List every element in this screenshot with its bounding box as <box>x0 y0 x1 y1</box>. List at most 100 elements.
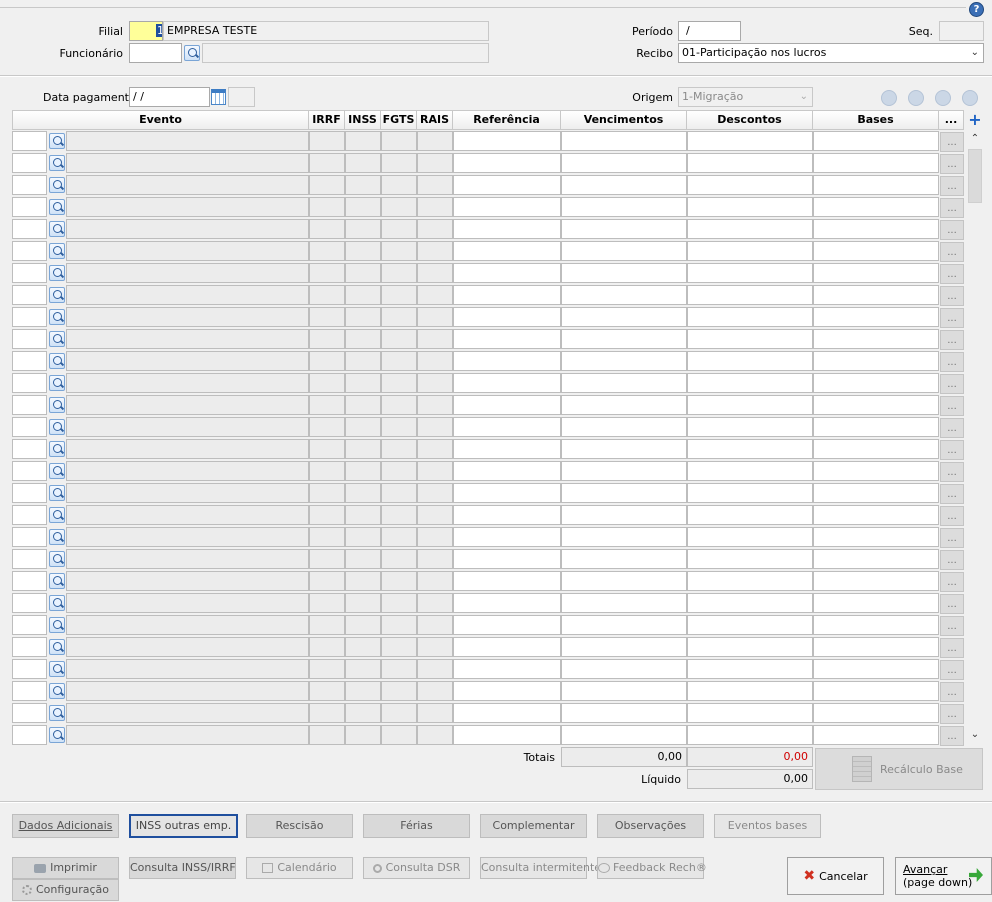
cell-descontos[interactable] <box>687 681 813 701</box>
cell-evento-code[interactable] <box>12 285 47 305</box>
cell-bases[interactable] <box>813 417 939 437</box>
cell-evento-code[interactable] <box>12 703 47 723</box>
cell-vencimentos[interactable] <box>561 659 687 679</box>
cell-referencia[interactable] <box>453 703 561 723</box>
evento-lookup-icon[interactable] <box>49 419 65 435</box>
cell-descontos[interactable] <box>687 153 813 173</box>
cell-evento-code[interactable] <box>12 329 47 349</box>
cell-descontos[interactable] <box>687 615 813 635</box>
cancelar-button[interactable]: ✖ Cancelar <box>787 857 884 895</box>
scroll-down-icon[interactable]: ⌄ <box>966 729 984 740</box>
cell-vencimentos[interactable] <box>561 175 687 195</box>
row-ellipsis-button[interactable]: ... <box>940 638 964 658</box>
cell-vencimentos[interactable] <box>561 395 687 415</box>
cell-referencia[interactable] <box>453 197 561 217</box>
cell-descontos[interactable] <box>687 197 813 217</box>
evento-lookup-icon[interactable] <box>49 397 65 413</box>
cell-referencia[interactable] <box>453 417 561 437</box>
cell-vencimentos[interactable] <box>561 725 687 745</box>
cell-vencimentos[interactable] <box>561 681 687 701</box>
cell-vencimentos[interactable] <box>561 329 687 349</box>
cell-bases[interactable] <box>813 373 939 393</box>
row-ellipsis-button[interactable]: ... <box>940 176 964 196</box>
dados-adicionais-button[interactable]: Dados Adicionais <box>12 814 119 838</box>
cell-evento-code[interactable] <box>12 197 47 217</box>
row-ellipsis-button[interactable]: ... <box>940 462 964 482</box>
cell-bases[interactable] <box>813 285 939 305</box>
cell-referencia[interactable] <box>453 725 561 745</box>
row-ellipsis-button[interactable]: ... <box>940 330 964 350</box>
cell-descontos[interactable] <box>687 703 813 723</box>
cell-descontos[interactable] <box>687 263 813 283</box>
cell-vencimentos[interactable] <box>561 307 687 327</box>
column-fgts[interactable]: FGTS <box>381 110 417 130</box>
consulta-dsr-button[interactable]: Consulta DSR <box>363 857 470 879</box>
evento-lookup-icon[interactable] <box>49 683 65 699</box>
rescisao-button[interactable]: Rescisão <box>246 814 353 838</box>
cell-bases[interactable] <box>813 131 939 151</box>
cell-bases[interactable] <box>813 219 939 239</box>
cell-evento-code[interactable] <box>12 461 47 481</box>
cell-referencia[interactable] <box>453 637 561 657</box>
column-referencia[interactable]: Referência <box>453 110 561 130</box>
ferias-button[interactable]: Férias <box>363 814 470 838</box>
cell-descontos[interactable] <box>687 637 813 657</box>
row-ellipsis-button[interactable]: ... <box>940 242 964 262</box>
cell-bases[interactable] <box>813 461 939 481</box>
configuracao-button[interactable]: Configuração <box>12 879 119 901</box>
recibo-select[interactable]: 01-Participação nos lucros ⌄ <box>678 43 984 63</box>
row-ellipsis-button[interactable]: ... <box>940 308 964 328</box>
cell-vencimentos[interactable] <box>561 351 687 371</box>
cell-referencia[interactable] <box>453 681 561 701</box>
evento-lookup-icon[interactable] <box>49 441 65 457</box>
first-record-icon[interactable] <box>881 90 897 106</box>
cell-descontos[interactable] <box>687 549 813 569</box>
evento-lookup-icon[interactable] <box>49 243 65 259</box>
funcionario-code-field[interactable] <box>129 43 182 63</box>
row-ellipsis-button[interactable]: ... <box>940 220 964 240</box>
evento-lookup-icon[interactable] <box>49 485 65 501</box>
cell-vencimentos[interactable] <box>561 439 687 459</box>
row-ellipsis-button[interactable]: ... <box>940 440 964 460</box>
cell-bases[interactable] <box>813 241 939 261</box>
grid-scrollbar[interactable]: ⌃ ⌄ <box>966 131 984 745</box>
cell-evento-code[interactable] <box>12 571 47 591</box>
cell-evento-code[interactable] <box>12 417 47 437</box>
cell-referencia[interactable] <box>453 219 561 239</box>
cell-bases[interactable] <box>813 351 939 371</box>
consulta-inss-irrf-button[interactable]: Consulta INSS/IRRF <box>129 857 236 879</box>
evento-lookup-icon[interactable] <box>49 309 65 325</box>
evento-lookup-icon[interactable] <box>49 375 65 391</box>
cell-referencia[interactable] <box>453 241 561 261</box>
evento-lookup-icon[interactable] <box>49 463 65 479</box>
evento-lookup-icon[interactable] <box>49 705 65 721</box>
calendario-button[interactable]: Calendário <box>246 857 353 879</box>
cell-descontos[interactable] <box>687 461 813 481</box>
cell-descontos[interactable] <box>687 483 813 503</box>
calendar-icon[interactable] <box>211 89 226 105</box>
cell-evento-code[interactable] <box>12 637 47 657</box>
cell-bases[interactable] <box>813 439 939 459</box>
cell-descontos[interactable] <box>687 725 813 745</box>
cell-bases[interactable] <box>813 725 939 745</box>
cell-referencia[interactable] <box>453 659 561 679</box>
evento-lookup-icon[interactable] <box>49 507 65 523</box>
cell-evento-code[interactable] <box>12 681 47 701</box>
cell-descontos[interactable] <box>687 219 813 239</box>
cell-bases[interactable] <box>813 329 939 349</box>
cell-descontos[interactable] <box>687 329 813 349</box>
cell-referencia[interactable] <box>453 571 561 591</box>
cell-referencia[interactable] <box>453 351 561 371</box>
cell-bases[interactable] <box>813 263 939 283</box>
cell-evento-code[interactable] <box>12 549 47 569</box>
cell-bases[interactable] <box>813 549 939 569</box>
scrollbar-thumb[interactable] <box>968 149 982 203</box>
cell-bases[interactable] <box>813 637 939 657</box>
row-ellipsis-button[interactable]: ... <box>940 572 964 592</box>
evento-lookup-icon[interactable] <box>49 595 65 611</box>
avancar-button[interactable]: Avançar (page down) <box>895 857 992 895</box>
evento-lookup-icon[interactable] <box>49 551 65 567</box>
cell-bases[interactable] <box>813 659 939 679</box>
column-inss[interactable]: INSS <box>345 110 381 130</box>
cell-evento-code[interactable] <box>12 505 47 525</box>
